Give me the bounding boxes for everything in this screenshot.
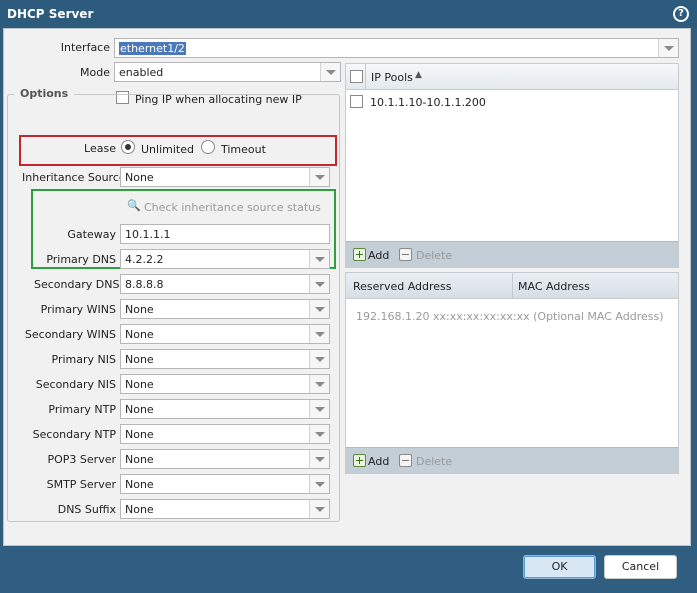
chevron-down-icon[interactable] xyxy=(309,350,329,368)
add-icon[interactable] xyxy=(353,454,366,467)
chevron-down-icon[interactable] xyxy=(309,250,329,268)
chevron-down-icon[interactable] xyxy=(309,400,329,418)
secondary-nis-label: Secondary NIS xyxy=(35,378,116,391)
reserved-add-button[interactable]: Add xyxy=(368,455,389,468)
ip-pool-row-checkbox[interactable] xyxy=(350,95,363,108)
inheritance-source-label: Inheritance Source xyxy=(22,171,126,184)
ip-pools-select-all-checkbox[interactable] xyxy=(350,70,363,83)
ip-pool-row[interactable]: 10.1.1.10-10.1.1.200 xyxy=(370,96,486,109)
inheritance-source-select[interactable]: None xyxy=(120,167,330,187)
primary-dns-label: Primary DNS xyxy=(46,253,116,266)
secondary-dns-label: Secondary DNS xyxy=(34,278,120,291)
chevron-down-icon[interactable] xyxy=(658,39,678,57)
inheritance-highlight xyxy=(19,135,337,166)
gateway-value: 10.1.1.1 xyxy=(125,228,171,241)
primary-dns-value: 4.2.2.2 xyxy=(125,253,164,266)
secondary-dns-select[interactable]: 8.8.8.8 xyxy=(120,274,330,294)
secondary-ntp-label: Secondary NTP xyxy=(32,428,116,441)
primary-nis-select[interactable]: None xyxy=(120,349,330,369)
primary-dns-select[interactable]: 4.2.2.2 xyxy=(120,249,330,269)
mode-value: enabled xyxy=(119,66,164,79)
secondary-dns-value: 8.8.8.8 xyxy=(125,278,164,291)
reserved-address-toolbar: Add Delete xyxy=(346,447,678,473)
delete-icon[interactable] xyxy=(399,248,412,261)
column-divider xyxy=(512,273,513,299)
primary-ntp-select[interactable]: None xyxy=(120,399,330,419)
ok-button[interactable]: OK xyxy=(523,555,596,579)
secondary-ntp-select[interactable]: None xyxy=(120,424,330,444)
pop3-server-label: POP3 Server xyxy=(47,453,117,466)
secondary-wins-value: None xyxy=(125,328,154,341)
options-legend: Options xyxy=(14,87,75,100)
chevron-down-icon[interactable] xyxy=(309,325,329,343)
interface-label: Interface xyxy=(60,41,110,54)
interface-value: ethernet1/2 xyxy=(119,42,186,55)
chevron-down-icon[interactable] xyxy=(320,63,340,81)
ip-pools-delete-button[interactable]: Delete xyxy=(416,249,452,262)
secondary-wins-label: Secondary WINS xyxy=(24,328,116,341)
cancel-button[interactable]: Cancel xyxy=(604,555,677,579)
chevron-down-icon[interactable] xyxy=(309,275,329,293)
dns-suffix-label: DNS Suffix xyxy=(57,503,116,516)
primary-ntp-value: None xyxy=(125,403,154,416)
mode-label: Mode xyxy=(80,66,110,79)
add-icon[interactable] xyxy=(353,248,366,261)
ip-pools-header: IP Pools ▲ xyxy=(346,64,678,90)
pop3-server-value: None xyxy=(125,453,154,466)
reserved-address-column[interactable]: Reserved Address xyxy=(353,280,452,293)
smtp-server-label: SMTP Server xyxy=(46,478,116,491)
chevron-down-icon[interactable] xyxy=(309,300,329,318)
smtp-server-select[interactable]: None xyxy=(120,474,330,494)
primary-wins-label: Primary WINS xyxy=(40,303,116,316)
secondary-nis-value: None xyxy=(125,378,154,391)
primary-wins-value: None xyxy=(125,303,154,316)
dns-suffix-value: None xyxy=(125,503,154,516)
sort-ascending-icon[interactable]: ▲ xyxy=(415,70,422,80)
interface-select[interactable]: ethernet1/2 xyxy=(114,38,679,58)
primary-nis-value: None xyxy=(125,353,154,366)
mode-select[interactable]: enabled xyxy=(114,62,341,82)
reserved-address-header: Reserved Address MAC Address xyxy=(346,273,678,299)
primary-nis-label: Primary NIS xyxy=(51,353,116,366)
mac-address-column[interactable]: MAC Address xyxy=(518,280,590,293)
help-icon[interactable]: ? xyxy=(673,6,689,22)
ip-pools-toolbar: Add Delete xyxy=(346,241,678,267)
chevron-down-icon[interactable] xyxy=(309,475,329,493)
primary-wins-select[interactable]: None xyxy=(120,299,330,319)
column-divider xyxy=(365,64,366,90)
dns-suffix-select[interactable]: None xyxy=(120,499,330,519)
reserved-address-placeholder: 192.168.1.20 xx:xx:xx:xx:xx:xx (Optional… xyxy=(356,310,664,323)
ip-pools-panel: IP Pools ▲ 10.1.1.10-10.1.1.200 Add Dele… xyxy=(345,63,679,268)
secondary-ntp-value: None xyxy=(125,428,154,441)
title-bar: DHCP Server ? xyxy=(0,0,697,28)
window-title: DHCP Server xyxy=(7,7,94,21)
pop3-server-select[interactable]: None xyxy=(120,449,330,469)
primary-ntp-label: Primary NTP xyxy=(48,403,116,416)
ip-pools-add-button[interactable]: Add xyxy=(368,249,389,262)
reserved-address-panel: Reserved Address MAC Address 192.168.1.2… xyxy=(345,272,679,474)
reserved-delete-button[interactable]: Delete xyxy=(416,455,452,468)
secondary-wins-select[interactable]: None xyxy=(120,324,330,344)
chevron-down-icon[interactable] xyxy=(309,425,329,443)
gateway-input[interactable]: 10.1.1.1 xyxy=(120,224,330,244)
chevron-down-icon[interactable] xyxy=(309,450,329,468)
secondary-nis-select[interactable]: None xyxy=(120,374,330,394)
gateway-label: Gateway xyxy=(67,228,116,241)
chevron-down-icon[interactable] xyxy=(309,375,329,393)
ip-pools-column-header[interactable]: IP Pools xyxy=(371,71,413,84)
chevron-down-icon[interactable] xyxy=(309,500,329,518)
chevron-down-icon[interactable] xyxy=(309,168,329,186)
inheritance-source-value: None xyxy=(125,171,154,184)
smtp-server-value: None xyxy=(125,478,154,491)
delete-icon[interactable] xyxy=(399,454,412,467)
